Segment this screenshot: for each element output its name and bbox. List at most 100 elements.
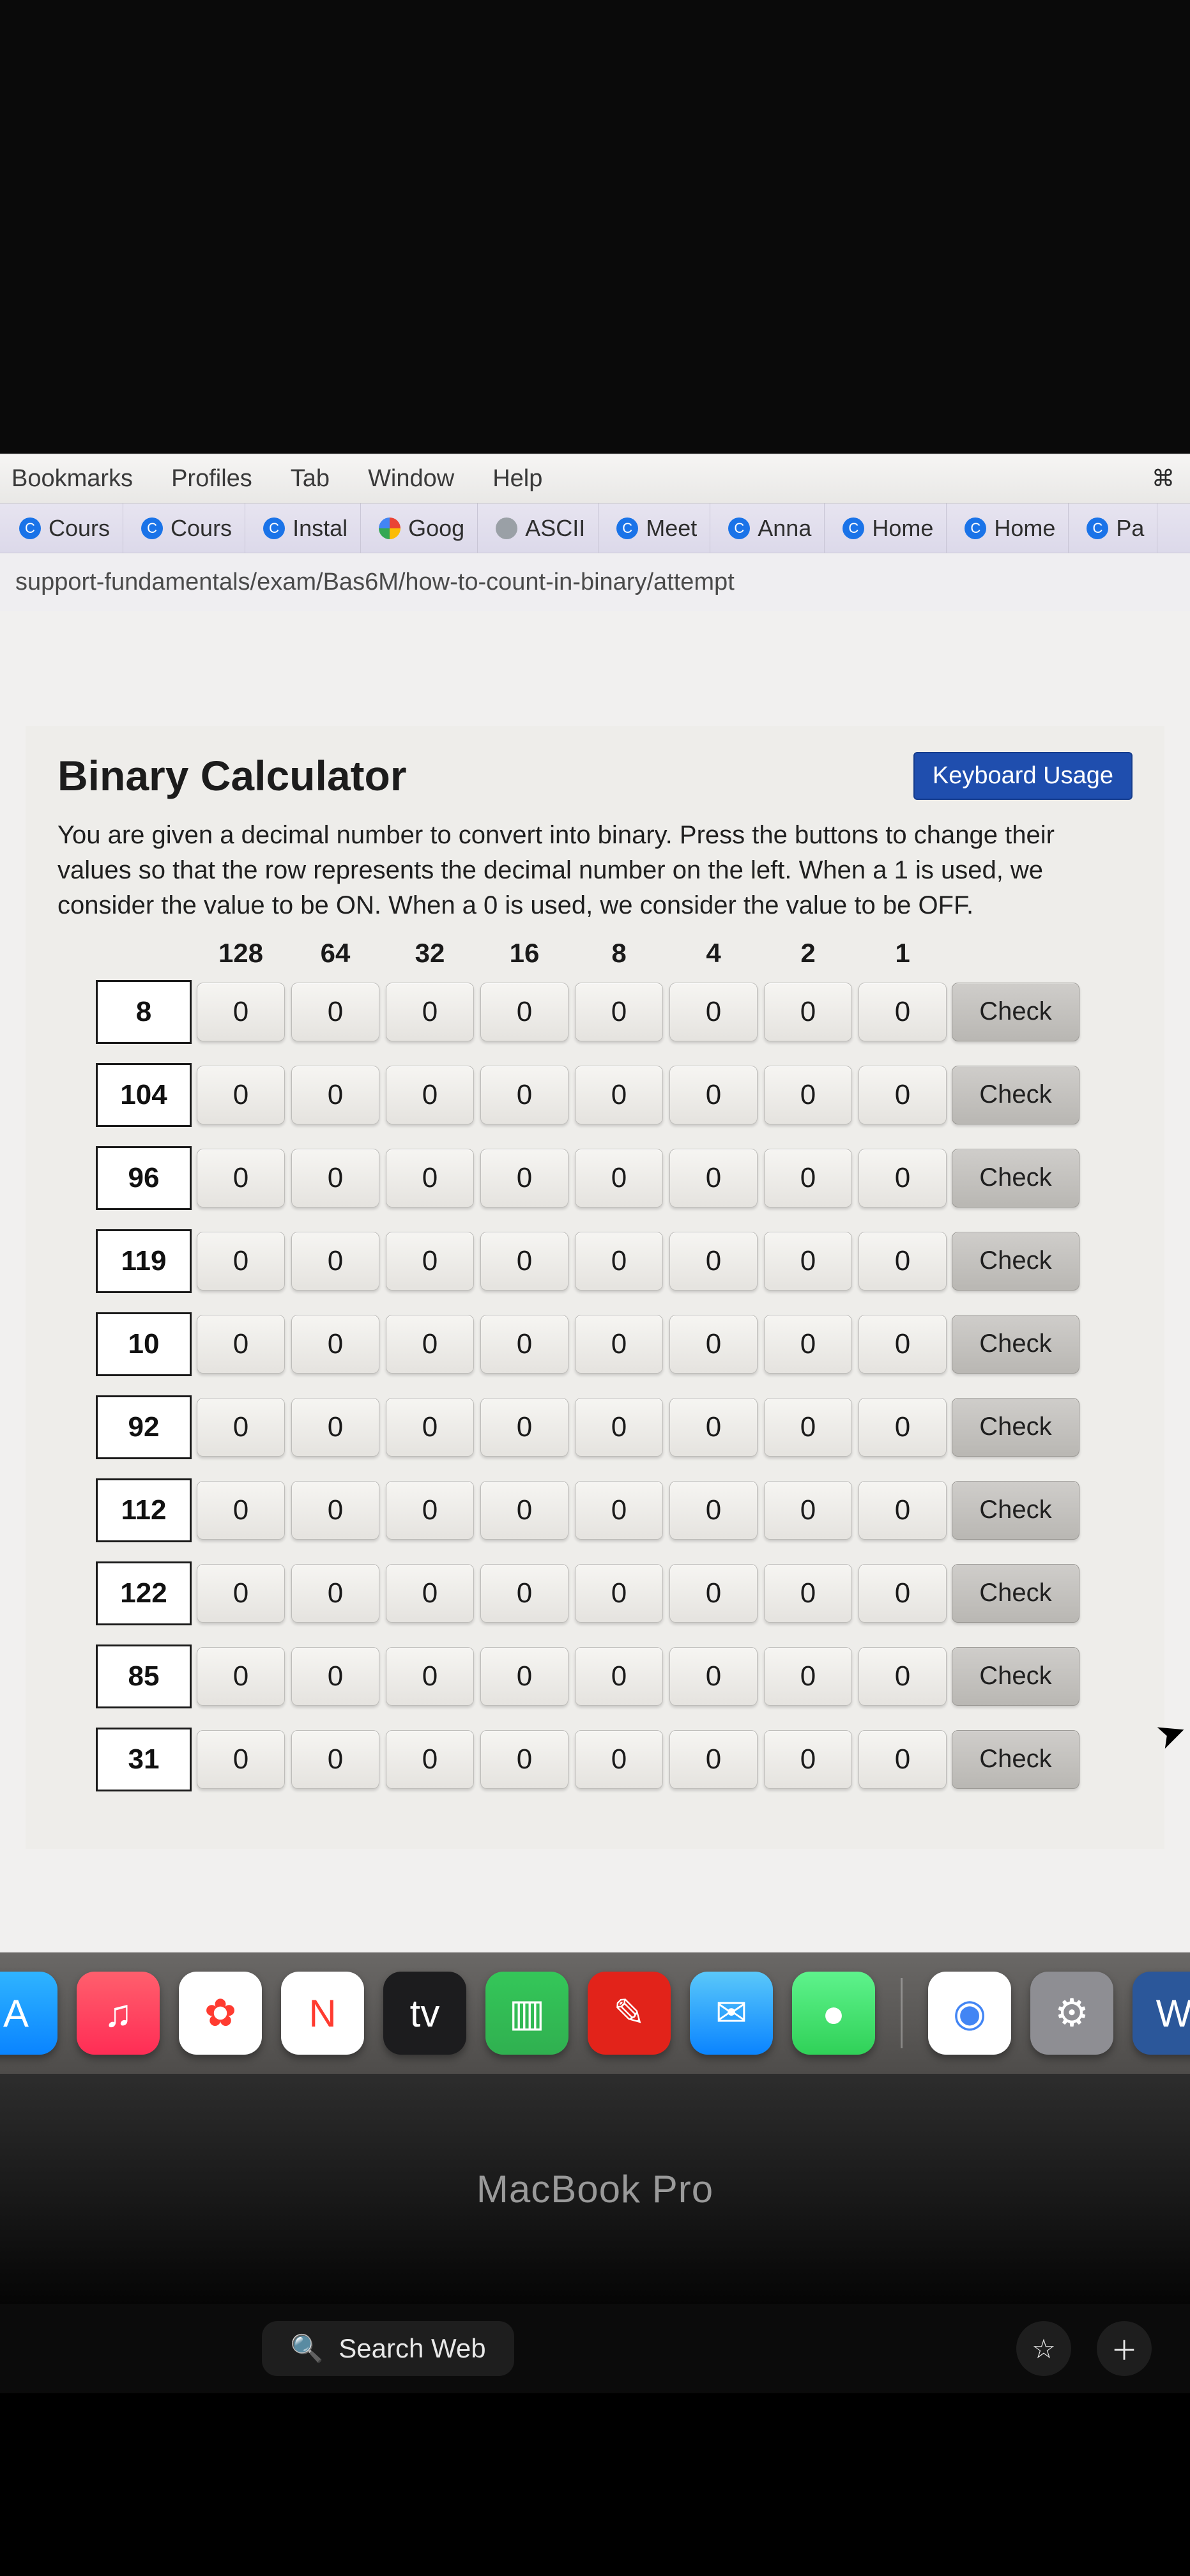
dock-app-apple-tv[interactable]: tv bbox=[383, 1972, 466, 2055]
bit-toggle-button[interactable]: 0 bbox=[575, 1232, 663, 1291]
bit-toggle-button[interactable]: 0 bbox=[386, 1730, 474, 1789]
dock-app-app-store[interactable]: A bbox=[0, 1972, 57, 2055]
browser-tab[interactable]: Goog bbox=[366, 503, 478, 553]
bit-toggle-button[interactable]: 0 bbox=[575, 983, 663, 1041]
menu-item[interactable]: Window bbox=[368, 465, 454, 493]
browser-tab[interactable]: CCours bbox=[128, 503, 245, 553]
bit-toggle-button[interactable]: 0 bbox=[858, 983, 947, 1041]
bit-toggle-button[interactable]: 0 bbox=[291, 1315, 379, 1374]
bit-toggle-button[interactable]: 0 bbox=[764, 1481, 852, 1540]
bit-toggle-button[interactable]: 0 bbox=[480, 1066, 568, 1124]
bit-toggle-button[interactable]: 0 bbox=[386, 1481, 474, 1540]
menu-item[interactable]: Profiles bbox=[171, 465, 252, 493]
bit-toggle-button[interactable]: 0 bbox=[858, 1730, 947, 1789]
bit-toggle-button[interactable]: 0 bbox=[858, 1066, 947, 1124]
check-button[interactable]: Check bbox=[952, 1481, 1079, 1540]
dock-app-photos[interactable]: ✿ bbox=[179, 1972, 262, 2055]
dock-app-mail[interactable]: ✉ bbox=[690, 1972, 773, 2055]
bit-toggle-button[interactable]: 0 bbox=[669, 983, 758, 1041]
bit-toggle-button[interactable]: 0 bbox=[197, 1066, 285, 1124]
bit-toggle-button[interactable]: 0 bbox=[197, 1481, 285, 1540]
bit-toggle-button[interactable]: 0 bbox=[480, 1647, 568, 1706]
touchbar-search-button[interactable]: 🔍 Search Web bbox=[262, 2321, 514, 2376]
touchbar-add-button[interactable]: ＋ bbox=[1097, 2321, 1152, 2376]
bit-toggle-button[interactable]: 0 bbox=[764, 1647, 852, 1706]
bit-toggle-button[interactable]: 0 bbox=[197, 983, 285, 1041]
browser-tab[interactable]: CMeet bbox=[604, 503, 710, 553]
browser-tab[interactable]: CInstal bbox=[250, 503, 361, 553]
bit-toggle-button[interactable]: 0 bbox=[197, 1564, 285, 1623]
dock-app-music[interactable]: ♫ bbox=[77, 1972, 160, 2055]
bit-toggle-button[interactable]: 0 bbox=[575, 1398, 663, 1457]
bit-toggle-button[interactable]: 0 bbox=[764, 1149, 852, 1208]
touchbar-star-button[interactable]: ☆ bbox=[1016, 2321, 1071, 2376]
bit-toggle-button[interactable]: 0 bbox=[291, 1066, 379, 1124]
browser-tab[interactable]: ASCII bbox=[483, 503, 599, 553]
dock-app-messages[interactable]: ● bbox=[792, 1972, 875, 2055]
browser-tab[interactable]: CAnna bbox=[715, 503, 825, 553]
bit-toggle-button[interactable]: 0 bbox=[386, 1564, 474, 1623]
check-button[interactable]: Check bbox=[952, 1564, 1079, 1623]
bit-toggle-button[interactable]: 0 bbox=[764, 983, 852, 1041]
bit-toggle-button[interactable]: 0 bbox=[669, 1398, 758, 1457]
bit-toggle-button[interactable]: 0 bbox=[197, 1647, 285, 1706]
bit-toggle-button[interactable]: 0 bbox=[669, 1647, 758, 1706]
bit-toggle-button[interactable]: 0 bbox=[480, 1315, 568, 1374]
bit-toggle-button[interactable]: 0 bbox=[480, 1149, 568, 1208]
bit-toggle-button[interactable]: 0 bbox=[764, 1315, 852, 1374]
bit-toggle-button[interactable]: 0 bbox=[764, 1564, 852, 1623]
bit-toggle-button[interactable]: 0 bbox=[858, 1647, 947, 1706]
bit-toggle-button[interactable]: 0 bbox=[480, 1730, 568, 1789]
dock-app-news[interactable]: N bbox=[281, 1972, 364, 2055]
bit-toggle-button[interactable]: 0 bbox=[669, 1315, 758, 1374]
bit-toggle-button[interactable]: 0 bbox=[575, 1066, 663, 1124]
browser-url-bar[interactable]: support-fundamentals/exam/Bas6M/how-to-c… bbox=[0, 553, 1190, 611]
bit-toggle-button[interactable]: 0 bbox=[575, 1149, 663, 1208]
bit-toggle-button[interactable]: 0 bbox=[386, 1066, 474, 1124]
bit-toggle-button[interactable]: 0 bbox=[480, 1398, 568, 1457]
bit-toggle-button[interactable]: 0 bbox=[858, 1232, 947, 1291]
bit-toggle-button[interactable]: 0 bbox=[291, 1730, 379, 1789]
bit-toggle-button[interactable]: 0 bbox=[858, 1315, 947, 1374]
browser-tab[interactable]: CCours bbox=[6, 503, 123, 553]
bit-toggle-button[interactable]: 0 bbox=[669, 1232, 758, 1291]
check-button[interactable]: Check bbox=[952, 1315, 1079, 1374]
bit-toggle-button[interactable]: 0 bbox=[858, 1149, 947, 1208]
dock-app-word[interactable]: W bbox=[1133, 1972, 1190, 2055]
bit-toggle-button[interactable]: 0 bbox=[669, 1730, 758, 1789]
dock-app-acrobat[interactable]: ✎ bbox=[588, 1972, 671, 2055]
check-button[interactable]: Check bbox=[952, 1730, 1079, 1789]
keyboard-usage-button[interactable]: Keyboard Usage bbox=[913, 752, 1133, 800]
check-button[interactable]: Check bbox=[952, 1647, 1079, 1706]
bit-toggle-button[interactable]: 0 bbox=[291, 1398, 379, 1457]
bit-toggle-button[interactable]: 0 bbox=[764, 1398, 852, 1457]
bit-toggle-button[interactable]: 0 bbox=[764, 1066, 852, 1124]
bit-toggle-button[interactable]: 0 bbox=[764, 1730, 852, 1789]
bit-toggle-button[interactable]: 0 bbox=[386, 1232, 474, 1291]
control-center-icon[interactable]: ⌘ bbox=[1148, 463, 1179, 494]
bit-toggle-button[interactable]: 0 bbox=[858, 1481, 947, 1540]
bit-toggle-button[interactable]: 0 bbox=[197, 1232, 285, 1291]
bit-toggle-button[interactable]: 0 bbox=[480, 983, 568, 1041]
bit-toggle-button[interactable]: 0 bbox=[197, 1315, 285, 1374]
bit-toggle-button[interactable]: 0 bbox=[575, 1647, 663, 1706]
dock-app-chrome[interactable]: ◉ bbox=[928, 1972, 1011, 2055]
bit-toggle-button[interactable]: 0 bbox=[291, 1149, 379, 1208]
dock-app-settings[interactable]: ⚙ bbox=[1030, 1972, 1113, 2055]
dock-app-numbers[interactable]: ▥ bbox=[485, 1972, 568, 2055]
browser-tab[interactable]: CHome bbox=[830, 503, 947, 553]
bit-toggle-button[interactable]: 0 bbox=[480, 1232, 568, 1291]
bit-toggle-button[interactable]: 0 bbox=[291, 983, 379, 1041]
bit-toggle-button[interactable]: 0 bbox=[386, 1647, 474, 1706]
bit-toggle-button[interactable]: 0 bbox=[291, 1564, 379, 1623]
check-button[interactable]: Check bbox=[952, 983, 1079, 1041]
bit-toggle-button[interactable]: 0 bbox=[764, 1232, 852, 1291]
menu-item[interactable]: Tab bbox=[291, 465, 330, 493]
bit-toggle-button[interactable]: 0 bbox=[575, 1564, 663, 1623]
bit-toggle-button[interactable]: 0 bbox=[575, 1481, 663, 1540]
bit-toggle-button[interactable]: 0 bbox=[669, 1066, 758, 1124]
bit-toggle-button[interactable]: 0 bbox=[291, 1481, 379, 1540]
bit-toggle-button[interactable]: 0 bbox=[480, 1481, 568, 1540]
check-button[interactable]: Check bbox=[952, 1398, 1079, 1457]
bit-toggle-button[interactable]: 0 bbox=[858, 1398, 947, 1457]
